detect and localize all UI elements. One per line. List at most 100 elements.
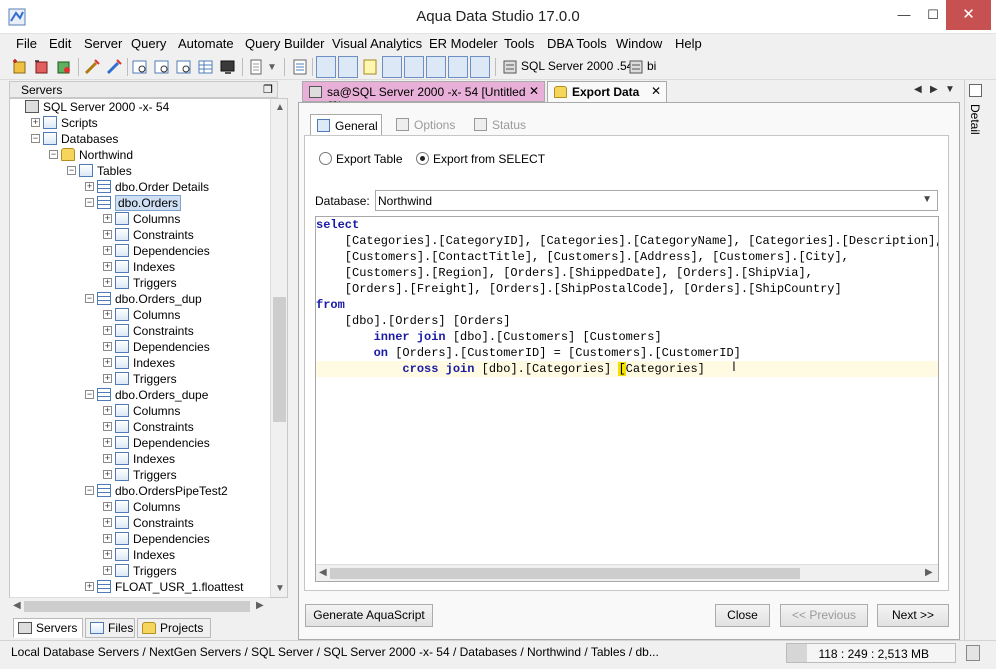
tab-options[interactable]: Options (390, 114, 460, 136)
detail-panel-strip[interactable]: Detail (964, 80, 986, 640)
menu-automate[interactable]: Automate (178, 36, 234, 51)
layout-toggle-2[interactable] (338, 56, 358, 78)
layout-toggle-5[interactable] (426, 56, 446, 78)
layout-toggle-1[interactable] (316, 56, 336, 78)
tab-files[interactable]: Files (85, 618, 135, 638)
database-selector[interactable]: bi (647, 59, 656, 73)
collapse-icon[interactable]: − (85, 390, 94, 399)
expand-icon[interactable]: + (103, 230, 112, 239)
close-tab-icon[interactable]: ✕ (651, 84, 661, 98)
expand-icon[interactable]: + (103, 358, 112, 367)
expand-icon[interactable]: + (103, 310, 112, 319)
close-button[interactable]: Close (715, 604, 770, 627)
layout-toggle-6[interactable] (448, 56, 468, 78)
expand-icon[interactable]: + (103, 214, 112, 223)
history-icon[interactable] (291, 58, 309, 76)
table-data-editor-icon[interactable] (197, 58, 215, 76)
tree-vertical-scrollbar[interactable]: ▲ ▼ (270, 99, 287, 597)
next-button[interactable]: Next >> (877, 604, 949, 627)
export-from-select-radio[interactable]: Export from SELECT (416, 152, 545, 166)
monitor-icon[interactable] (219, 58, 237, 76)
menu-help[interactable]: Help (675, 36, 702, 51)
sql-line[interactable]: [Orders].[Freight], [Orders].[ShipPostal… (316, 281, 938, 297)
sql-line[interactable]: select (316, 217, 938, 233)
menu-edit[interactable]: Edit (49, 36, 71, 51)
expand-icon[interactable]: + (103, 422, 112, 431)
previous-button[interactable]: << Previous (780, 604, 868, 627)
detail-panel-label[interactable]: Detail (968, 104, 982, 135)
scroll-left-icon[interactable]: ◀ (319, 567, 327, 578)
tree-horizontal-scrollbar[interactable]: ◀ ▶ (10, 597, 270, 614)
expand-icon[interactable]: + (103, 246, 112, 255)
expand-icon[interactable]: + (103, 566, 112, 575)
sql-line[interactable]: from (316, 297, 938, 313)
tab-query-window[interactable]: sa@SQL Server 2000 -x- 54 [Untitled 2]* … (302, 81, 545, 113)
server-selector[interactable]: SQL Server 2000 .54 (521, 59, 633, 73)
chevron-down-icon[interactable]: ▼ (922, 194, 932, 205)
sql-horizontal-scroll-thumb[interactable] (330, 568, 800, 579)
collapse-icon[interactable]: − (85, 294, 94, 303)
expand-icon[interactable]: + (103, 278, 112, 287)
collapse-icon[interactable]: − (31, 134, 40, 143)
sql-line[interactable]: [Customers].[Region], [Orders].[ShippedD… (316, 265, 938, 281)
previous-tab-icon[interactable]: ◀ (914, 84, 922, 95)
close-tab-icon[interactable]: ✕ (529, 84, 539, 98)
layout-toggle-4[interactable] (404, 56, 424, 78)
schema-wizard-icon[interactable] (105, 58, 123, 76)
expand-icon[interactable]: + (103, 326, 112, 335)
query-window-icon[interactable] (131, 58, 149, 76)
expand-icon[interactable]: + (103, 262, 112, 271)
sql-line[interactable]: [dbo].[Orders] [Orders] (316, 313, 938, 329)
scroll-left-icon[interactable]: ◀ (13, 600, 21, 611)
memory-indicator[interactable]: 118 : 249 : 2,513 MB (786, 643, 956, 663)
tab-projects[interactable]: Projects (137, 618, 211, 638)
menu-query[interactable]: Query (131, 36, 166, 51)
expand-icon[interactable]: + (103, 406, 112, 415)
sql-editor[interactable]: select [Categories].[CategoryID], [Categ… (315, 216, 939, 582)
collapse-icon[interactable]: − (85, 198, 94, 207)
tab-list-icon[interactable]: ▼ (945, 84, 955, 95)
document-icon[interactable] (247, 58, 265, 76)
garbage-collect-icon[interactable] (966, 645, 980, 661)
detail-panel-icon[interactable] (969, 84, 982, 97)
scroll-up-icon[interactable]: ▲ (275, 102, 285, 113)
tab-servers[interactable]: Servers (13, 618, 83, 638)
expand-icon[interactable]: + (103, 454, 112, 463)
expand-icon[interactable]: + (103, 534, 112, 543)
expand-icon[interactable]: + (103, 550, 112, 559)
database-connection-icon[interactable] (627, 58, 645, 76)
new-server-icon[interactable] (11, 58, 29, 76)
sql-line[interactable]: on [Orders].[CustomerID] = [Customers].[… (316, 345, 938, 361)
expand-icon[interactable]: + (103, 502, 112, 511)
menu-query-builder[interactable]: Query Builder (245, 36, 324, 51)
layout-toggle-7[interactable] (470, 56, 490, 78)
minimize-button[interactable]: — (888, 0, 920, 30)
tab-status[interactable]: Status (468, 114, 538, 136)
register-server-icon[interactable] (33, 58, 51, 76)
export-table-radio[interactable]: Export Table (319, 152, 403, 166)
sql-line[interactable]: cross join [dbo].[Categories] [Categorie… (316, 361, 938, 377)
layout-toggle-3[interactable] (382, 56, 402, 78)
sql-horizontal-scrollbar[interactable]: ◀ ▶ (316, 564, 938, 581)
restore-panel-icon[interactable]: ❐ (263, 83, 273, 96)
expand-icon[interactable]: + (85, 182, 94, 191)
sql-line[interactable]: inner join [dbo].[Customers] [Customers] (316, 329, 938, 345)
database-select[interactable]: Northwind ▼ (375, 190, 938, 211)
menu-dba-tools[interactable]: DBA Tools (547, 36, 607, 51)
expand-icon[interactable]: + (103, 342, 112, 351)
expand-icon[interactable]: + (103, 374, 112, 383)
collapse-icon[interactable]: − (67, 166, 76, 175)
menu-er-modeler[interactable]: ER Modeler (429, 36, 498, 51)
collapse-icon[interactable]: − (85, 486, 94, 495)
tab-export-data[interactable]: Export Data ✕ (547, 81, 667, 102)
menu-window[interactable]: Window (616, 36, 662, 51)
expand-icon[interactable]: + (103, 518, 112, 527)
compare-icon[interactable] (175, 58, 193, 76)
sql-line[interactable]: [Categories].[CategoryID], [Categories].… (316, 233, 938, 249)
tab-general[interactable]: General (310, 114, 382, 136)
tree-horizontal-scroll-thumb[interactable] (24, 601, 250, 612)
connect-server-icon[interactable] (55, 58, 73, 76)
menu-server[interactable]: Server (84, 36, 122, 51)
tree-vertical-scroll-thumb[interactable] (273, 297, 286, 422)
expand-icon[interactable]: + (31, 118, 40, 127)
